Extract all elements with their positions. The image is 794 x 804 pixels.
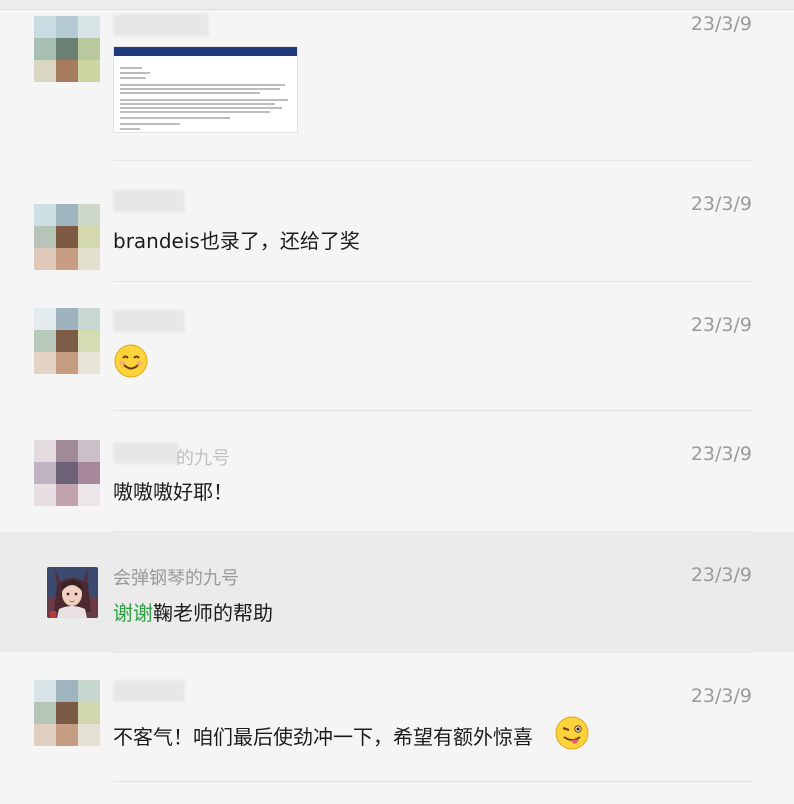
separator xyxy=(113,410,752,411)
avatar[interactable] xyxy=(34,308,100,374)
winking-tongue-face-emoji-icon xyxy=(555,716,589,750)
sender-name-blurred xyxy=(113,310,185,332)
sender-name[interactable]: 会弹钢琴的九号 xyxy=(113,564,239,590)
separator xyxy=(113,652,752,653)
top-divider xyxy=(0,0,794,10)
sender-name-partial: 的九号 xyxy=(176,448,230,469)
avatar[interactable] xyxy=(34,204,100,270)
message-text: 不客气！咱们最后使劲冲一下，希望有额外惊喜 xyxy=(113,721,533,750)
character-avatar-icon xyxy=(47,567,98,618)
timestamp: 23/3/9 xyxy=(690,443,752,465)
sender-name-blurred xyxy=(113,442,179,464)
message-text: 嗷嗷嗷好耶！ xyxy=(113,480,233,504)
timestamp: 23/3/9 xyxy=(690,564,752,586)
avatar[interactable] xyxy=(34,16,100,82)
message-text-body: 不客气！咱们最后使劲冲一下，希望有额外惊喜 xyxy=(113,725,533,749)
timestamp: 23/3/9 xyxy=(690,193,752,215)
separator xyxy=(113,281,752,282)
sender-name-blurred xyxy=(113,14,209,36)
avatar[interactable] xyxy=(34,440,100,506)
timestamp: 23/3/9 xyxy=(690,314,752,336)
sender-name-blurred xyxy=(113,680,185,702)
timestamp: 23/3/9 xyxy=(690,685,752,707)
avatar[interactable] xyxy=(47,567,98,618)
message-text: brandeis也录了，还给了奖 xyxy=(113,229,360,253)
mention-link[interactable]: 谢谢 xyxy=(113,601,153,625)
timestamp: 23/3/9 xyxy=(690,13,752,35)
avatar[interactable] xyxy=(34,680,100,746)
message-5-highlighted[interactable]: 会弹钢琴的九号 23/3/9 谢谢鞠老师的帮助 xyxy=(0,532,794,652)
separator xyxy=(113,781,752,782)
separator xyxy=(113,160,752,161)
message-text-body: 鞠老师的帮助 xyxy=(153,601,273,625)
message-text: 谢谢鞠老师的帮助 xyxy=(113,597,273,626)
sender-name-blurred xyxy=(113,190,185,212)
image-attachment[interactable] xyxy=(113,46,298,133)
smiling-face-emoji-icon xyxy=(114,344,148,378)
